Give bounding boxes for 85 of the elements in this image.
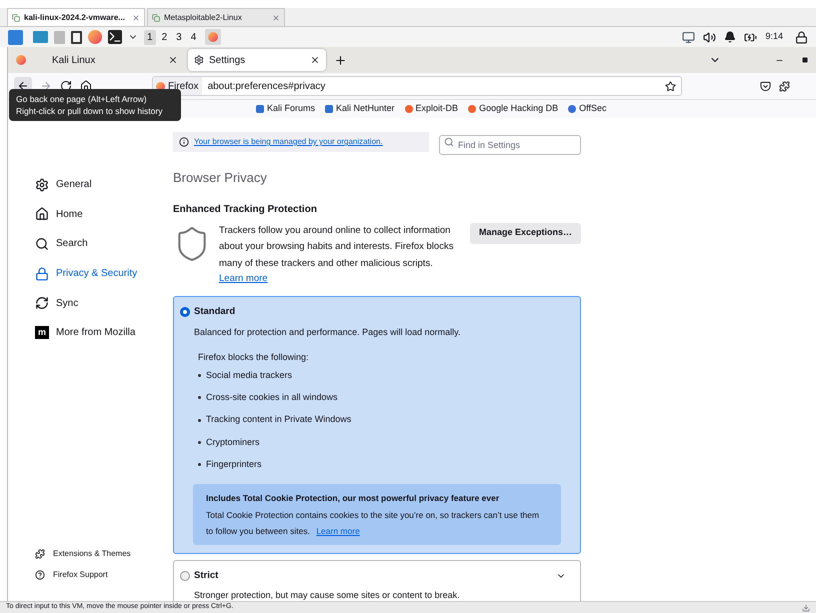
forward-button[interactable] [40,80,52,92]
search-icon [35,236,49,251]
bullet-icon [198,463,201,466]
gear-icon [35,178,49,192]
home-icon [35,207,49,222]
protection-option-card[interactable] [173,296,581,554]
url-text: about:preferences#privacy [208,80,326,94]
bookmark-item[interactable]: Kali Forums [256,102,316,116]
bookmark-item[interactable]: OffSec [568,102,606,116]
tooltip-line: Go back one page (Alt+Left Arrow) [16,93,148,105]
bookmark-item[interactable]: Exploit-DB [404,102,458,116]
managed-link[interactable]: Your browser is being managed by your organization. [194,136,383,148]
bullet-icon [198,418,201,422]
workspace-switch[interactable]: 4 [188,30,200,44]
bullet-icon [198,374,201,378]
browser-tab[interactable]: Kali Linux [46,49,184,71]
callout-title: Includes Total Cookie Protection, our most powerful privacy feature ever [206,492,500,505]
battery-icon[interactable] [744,30,758,44]
etp-description: Trackers follow you around online to collect information about your browsing habits and interests. Firefox blocks many of these trackers and other malicious scripts. [219,224,454,270]
terminal-icon[interactable] [108,30,122,44]
vm-tab-label: kali-linux-2024.2-vmware... [24,12,125,24]
lock-icon[interactable] [795,30,808,44]
bullet-icon [198,396,201,400]
callout-text: Total Cookie Protection contains cookies to the site you’re on, so trackers can’t use them to follow you between sites. Learn more [206,508,540,538]
help-icon [35,570,45,580]
vm-icon [152,14,160,22]
info-icon [179,137,189,147]
option-label: Strict [194,568,218,583]
address-bar[interactable]: Firefox about:preferences#privacy [152,76,682,96]
sync-icon [35,296,49,310]
option-label: Standard [194,305,236,320]
search-field[interactable]: Find in Settings [439,135,581,155]
pocket-icon[interactable] [760,80,771,92]
settings-icon [194,55,204,65]
bookmark-star-icon[interactable] [665,80,676,92]
bookmark-item[interactable]: Google Hacking DB [468,102,558,116]
bullet-icon [198,441,201,444]
learn-more-link[interactable]: Learn more [219,272,268,286]
sidebar-item[interactable]: Sync [35,288,173,318]
search-icon [444,137,454,147]
vm-tab[interactable]: Metasploitable2-Linux [147,8,285,26]
sidebar-item[interactable]: General [35,170,173,200]
blocked-item: Social media trackers [206,368,292,382]
lock-icon [35,266,49,281]
sidebar-item[interactable]: Search [35,229,173,259]
etp-title: Enhanced Tracking Protection [173,202,318,216]
vm-tab-label: Metasploitable2-Linux [164,12,242,24]
vm-icon [12,14,20,22]
sidebar-item[interactable]: Home [35,200,173,230]
option-description: Stronger protection, but may cause some sites or content to break. [194,588,461,601]
tooltip-line: Right-click or pull down to show history [16,105,164,117]
new-tab-icon[interactable] [334,54,347,66]
manage-exceptions-button[interactable]: Manage Exceptions… [470,222,581,244]
radio-button[interactable] [180,570,190,581]
bookmark-item[interactable]: Kali NetHunter [325,102,395,116]
sidebar-item[interactable]: m More from Mozilla [35,318,173,348]
extensions-icon[interactable] [779,80,790,92]
reload-button[interactable] [60,80,72,92]
bell-icon[interactable] [724,31,736,43]
puzzle-icon [35,549,45,559]
vm-tab[interactable]: kali-linux-2024.2-vmware... [7,8,145,26]
sidebar-item[interactable]: Privacy & Security [35,258,173,288]
sidebar-link[interactable]: Firefox Support [35,569,173,581]
volume-icon[interactable] [703,30,716,44]
mozilla-logo: m [35,326,49,340]
blocks-title: Firefox blocks the following: [198,351,310,364]
browser-tab[interactable]: Settings [188,49,326,71]
option-description: Balanced for protection and performance. Pages will load normally. [194,326,462,339]
clock: 9:14 [765,30,783,44]
workspace-switch[interactable]: 3 [173,30,185,44]
tab-title: Settings [209,54,246,68]
tab-title: Kali Linux [52,54,96,68]
section-heading: Browser Privacy [173,169,268,187]
maximize-icon[interactable] [802,57,808,63]
close-icon[interactable] [168,55,178,65]
radio-button[interactable] [180,307,190,318]
blocked-item: Cross-site cookies in all windows [206,391,338,404]
workspace-switch[interactable]: 2 [158,30,170,44]
protection-option-card[interactable]: Strict Stronger protection, but may cause some sites or content to break. [173,560,581,601]
sidebar-link[interactable]: Extensions & Themes [35,548,173,560]
blocked-item: Fingerprinters [206,458,262,472]
blocked-item: Tracking content in Private Windows [206,413,352,426]
close-icon[interactable] [310,55,320,65]
blocked-item: Cryptominers [206,436,260,449]
workspace-switch[interactable]: 1 [144,30,156,44]
